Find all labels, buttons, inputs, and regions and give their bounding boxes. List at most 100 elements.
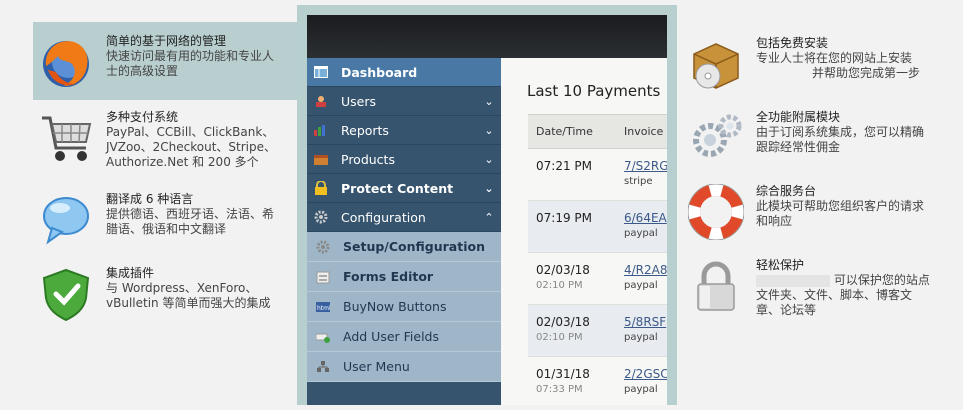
feature-desc-line: 快速访问最有用的功能和专业人 xyxy=(106,49,275,63)
shield-check-icon xyxy=(38,266,94,322)
subnav-item-label: BuyNow Buttons xyxy=(343,299,447,314)
table-row: 07:21 PM 7/S2RG stripe xyxy=(528,149,667,201)
main-content: Last 10 Payments Date/Time Invoice 07:21… xyxy=(501,58,667,405)
gears-icon xyxy=(688,110,744,166)
feature-desc-line: 提供德语、西班牙语、法语、希 xyxy=(106,207,275,221)
chevron-down-icon[interactable]: ⌄ xyxy=(477,182,501,195)
feature-title: 包括免费安装 xyxy=(756,36,829,50)
chevron-up-icon[interactable]: ⌃ xyxy=(477,211,501,224)
feature-helpdesk: 综合服务台 此模块可帮助您组织客户的请求 和响应 xyxy=(687,183,958,241)
feature-title: 综合服务台 xyxy=(756,184,817,198)
feature-desc-line: vBulletin 等简单而强大的集成 xyxy=(106,296,271,310)
users-icon xyxy=(313,94,329,108)
feature-desc-line: 跟踪经常性佣金 xyxy=(756,140,841,154)
subnav-item-label: Setup/Configuration xyxy=(343,239,485,254)
redacted-text xyxy=(756,274,830,287)
feature-translations: 翻译成 6 种语言 提供德语、西班牙语、法语、希 腊语、俄语和中文翻译 xyxy=(38,192,298,248)
table-row: 01/31/18 07:33 PM 2/2GSC paypal xyxy=(528,357,667,405)
subnav-item-setup-configuration[interactable]: Setup/Configuration xyxy=(307,232,501,262)
feature-desc-line: 并帮助您完成第一步 xyxy=(812,66,921,80)
user-menu-icon xyxy=(315,360,331,374)
payments-title: Last 10 Payments xyxy=(527,82,661,100)
feature-desc-line: JVZoo、2Checkout、Stripe、 xyxy=(106,140,277,154)
products-icon xyxy=(313,152,329,166)
table-header: Date/Time Invoice xyxy=(528,114,667,149)
sidebar-item-label: Dashboard xyxy=(341,64,418,80)
payment-method: stripe xyxy=(624,176,653,187)
feature-title: 全功能附属模块 xyxy=(756,110,841,124)
chevron-down-icon[interactable]: ⌄ xyxy=(477,153,501,166)
feature-title: 翻译成 6 种语言 xyxy=(106,192,194,206)
feature-web-admin[interactable]: 简单的基于网络的管理 快速访问最有用的功能和专业人 士的高级设置 xyxy=(33,22,297,100)
invoice-link[interactable]: 2/2GSC xyxy=(624,367,667,381)
feature-desc-line: 由于订阅系统集成，您可以精确 xyxy=(756,125,925,139)
gear-icon xyxy=(313,210,329,224)
payment-time: 02:10 PM xyxy=(536,280,583,291)
feature-desc-line: 士的高级设置 xyxy=(106,64,179,78)
sidebar-item-reports[interactable]: Reports ⌄ xyxy=(307,116,501,145)
subnav-item-buynow-buttons[interactable]: html BuyNow Buttons xyxy=(307,292,501,322)
feature-desc-line: 章、论坛等 xyxy=(756,303,817,317)
payment-time: 07:33 PM xyxy=(536,384,583,395)
subnav-item-add-user-fields[interactable]: Add User Fields xyxy=(307,322,501,352)
invoice-link[interactable]: 4/R2A8 xyxy=(624,263,667,277)
feature-desc-line: 和响应 xyxy=(756,214,793,228)
add-field-icon xyxy=(315,330,331,344)
feature-title: 集成插件 xyxy=(106,266,155,280)
setup-gear-icon xyxy=(315,240,331,254)
admin-preview-panel: Dashboard Users ⌄ Reports ⌄ Products ⌄ P… xyxy=(297,5,677,405)
lifebuoy-icon xyxy=(687,183,745,241)
subnav-item-label: Forms Editor xyxy=(343,269,434,284)
sidebar: Dashboard Users ⌄ Reports ⌄ Products ⌄ P… xyxy=(307,58,501,405)
invoice-link[interactable]: 6/64EA xyxy=(624,211,667,225)
sidebar-item-users[interactable]: Users ⌄ xyxy=(307,87,501,116)
dashboard-icon xyxy=(313,65,329,79)
feature-easy-protection: 轻松保护 可以保护您的站点 文件夹、文件、脚本、博客文 章、论坛等 xyxy=(688,258,958,318)
column-header-datetime: Date/Time xyxy=(536,125,593,138)
table-row: 02/03/18 02:10 PM 5/8RSF paypal xyxy=(528,305,667,357)
speech-bubble-icon xyxy=(38,192,94,248)
feature-desc-line: 与 Wordpress、XenForo、 xyxy=(106,281,258,295)
feature-title: 轻松保护 xyxy=(756,258,805,272)
payments-table: Date/Time Invoice 07:21 PM 7/S2RG stripe… xyxy=(528,114,667,405)
sidebar-item-protect-content[interactable]: Protect Content ⌄ xyxy=(307,174,501,203)
lock-icon xyxy=(313,181,329,195)
feature-desc-line: PayPal、CCBill、ClickBank、 xyxy=(106,125,275,139)
chevron-down-icon[interactable]: ⌄ xyxy=(477,95,501,108)
feature-desc-line: 此模块可帮助您组织客户的请求 xyxy=(756,199,925,213)
invoice-link[interactable]: 7/S2RG xyxy=(624,159,667,173)
sidebar-item-label: Users xyxy=(341,93,377,109)
sidebar-item-label: Protect Content xyxy=(341,180,454,196)
firefox-icon xyxy=(38,34,94,90)
payment-method: paypal xyxy=(624,384,658,395)
subnav-item-forms-editor[interactable]: Forms Editor xyxy=(307,262,501,292)
payment-date: 02/03/18 xyxy=(536,315,590,329)
payment-method: paypal xyxy=(624,280,658,291)
sidebar-item-products[interactable]: Products ⌄ xyxy=(307,145,501,174)
feature-title: 多种支付系统 xyxy=(106,110,179,124)
subnav-item-user-menu[interactable]: User Menu xyxy=(307,352,501,382)
table-row: 07:19 PM 6/64EA paypal xyxy=(528,201,667,253)
html-icon: html xyxy=(315,300,331,314)
feature-plugins: 集成插件 与 Wordpress、XenForo、 vBulletin 等简单而… xyxy=(38,266,298,322)
feature-desc-line: 文件夹、文件、脚本、博客文 xyxy=(756,288,913,302)
invoice-link[interactable]: 5/8RSF xyxy=(624,315,666,329)
feature-title: 简单的基于网络的管理 xyxy=(106,34,227,48)
payment-method: paypal xyxy=(624,332,658,343)
payment-time: 02:10 PM xyxy=(536,332,583,343)
sidebar-item-label: Products xyxy=(341,151,395,167)
feature-desc-line: 可以保护您的站点 xyxy=(756,273,930,288)
svg-text:html: html xyxy=(317,305,330,312)
reports-icon xyxy=(313,123,329,137)
shopping-cart-icon xyxy=(38,110,94,166)
payment-date: 07:19 PM xyxy=(536,211,592,225)
sidebar-item-dashboard[interactable]: Dashboard xyxy=(307,58,501,87)
admin-app: Dashboard Users ⌄ Reports ⌄ Products ⌄ P… xyxy=(307,15,667,405)
feature-desc-line: Authorize.Net 和 200 多个 xyxy=(106,155,259,169)
feature-free-install: 包括免费安装 专业人士将在您的网站上安装 并帮助您完成第一步 xyxy=(688,36,958,92)
chevron-down-icon[interactable]: ⌄ xyxy=(477,124,501,137)
feature-desc-text: 可以保护您的站点 xyxy=(833,273,930,287)
sidebar-item-configuration[interactable]: Configuration ⌃ xyxy=(307,203,501,232)
column-header-invoice: Invoice xyxy=(624,125,664,138)
payment-date: 07:21 PM xyxy=(536,159,592,173)
